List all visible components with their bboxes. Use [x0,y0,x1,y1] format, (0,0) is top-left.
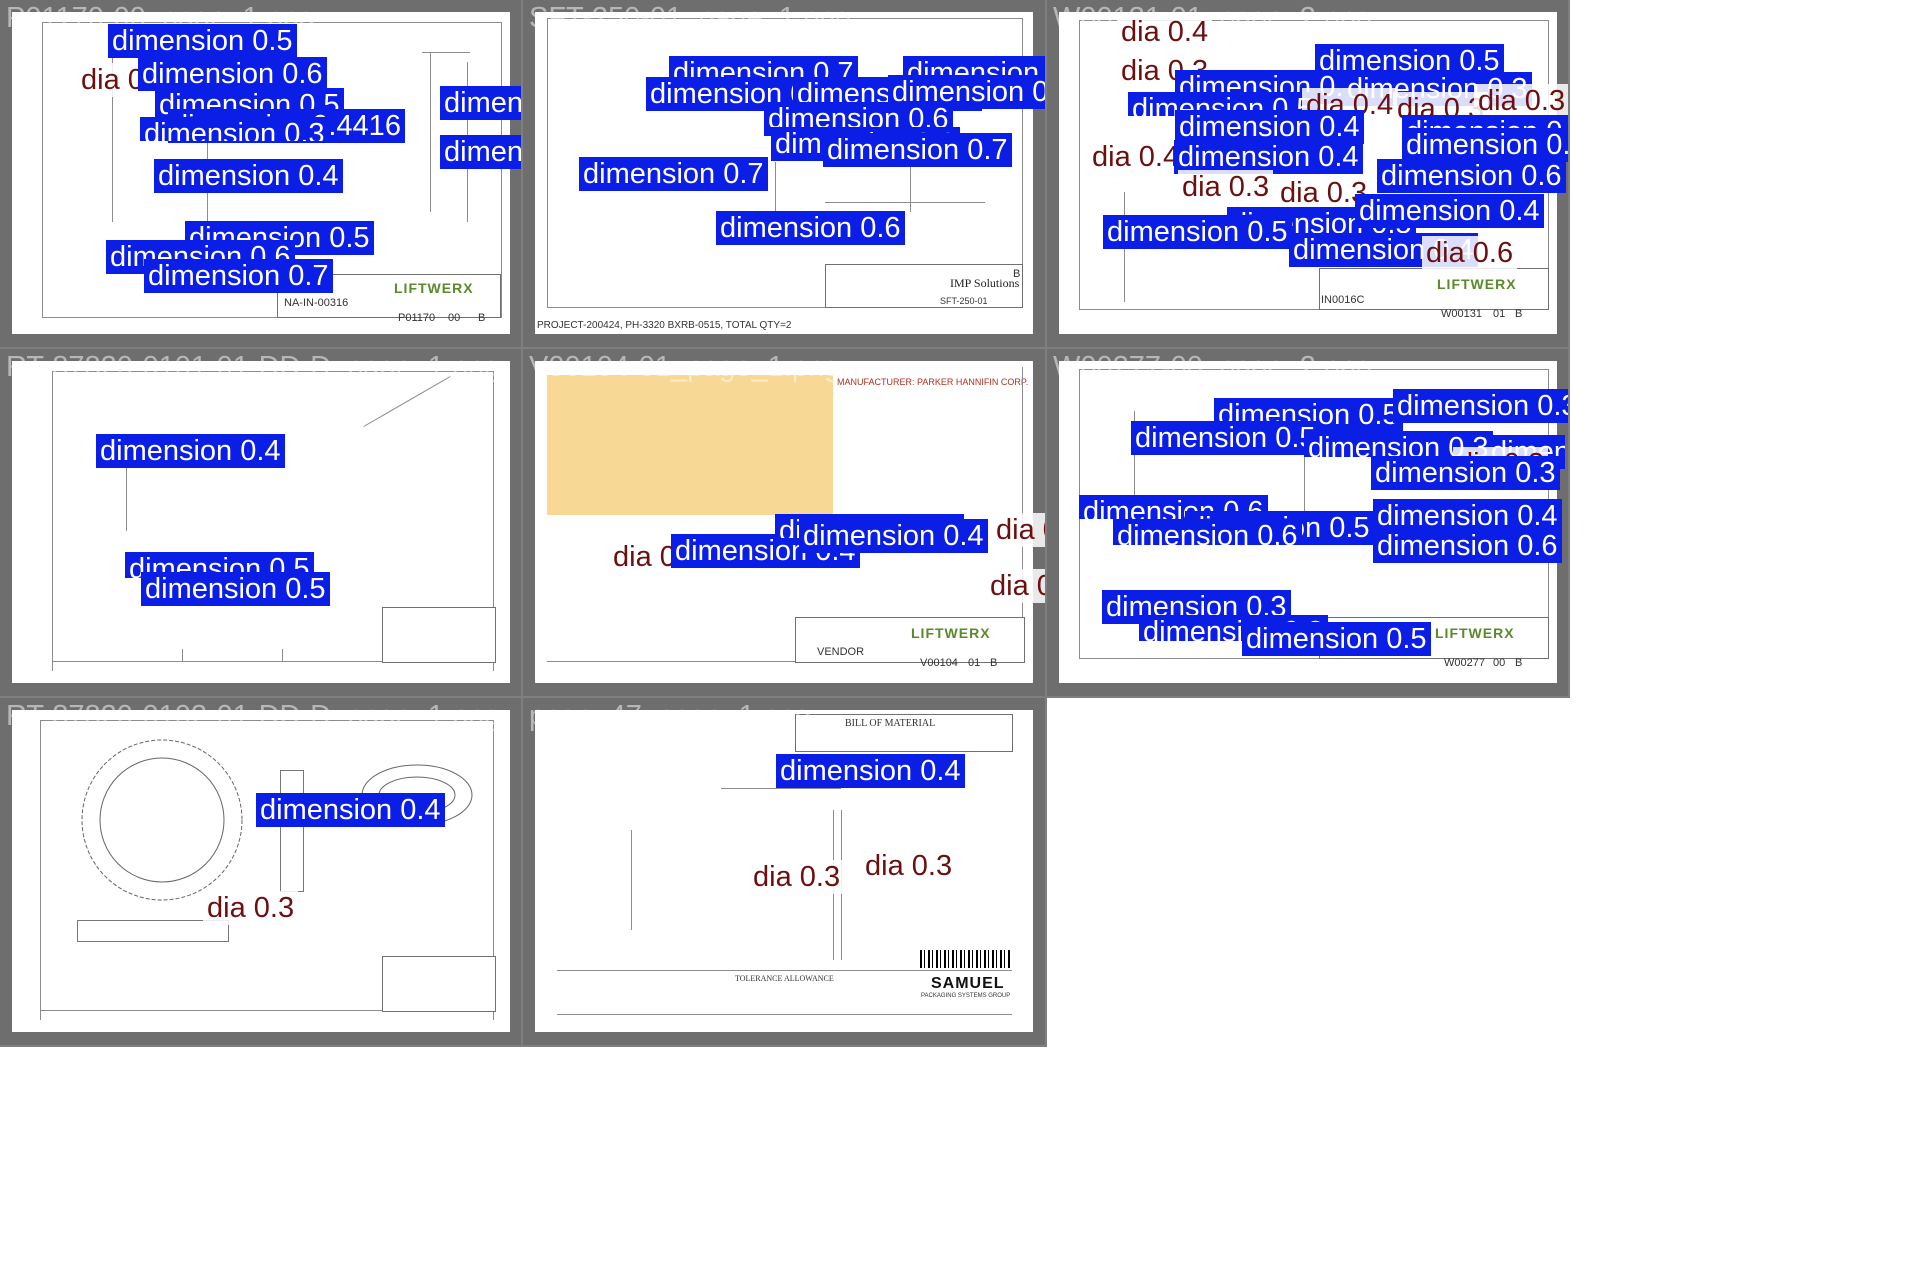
bottom-strip [0,1047,1047,1281]
tile-p01170: LIFTWERX P01170 00 B NA-IN-00316 P01170-… [0,0,521,347]
dimension-label[interactable]: dimension 0.3 [1393,389,1568,423]
dimension-label[interactable]: dimension 0.4 [1174,140,1363,174]
dia-label[interactable]: dia 0.3 [203,891,299,925]
dimension-label[interactable]: dimension 0.6 [716,211,905,245]
dia-label[interactable]: dia 0.3 [1178,170,1274,204]
dimension-label[interactable]: dimension 0.6 [138,57,327,91]
dimension-label[interactable]: dimension 0.6 [1377,159,1566,193]
tile-rt-87820-0102: RT-87820-0102-01-DD-D_page_1.png dimensi… [0,698,521,1045]
tile-sft-250-01: IMP Solutions SFT-250-01 B PROJECT-20042… [523,0,1045,347]
drawing-number: SFT-250-01 [940,296,988,306]
company-logo: IMP Solutions [950,276,1020,290]
dimension-label[interactable]: dimension 0.7 [823,133,1012,167]
drawing-number: P01170 [398,312,436,324]
tile-filename: RT-87820-0102-01-DD-D_page_1.png [6,700,501,732]
brand-logo: LIFTWERX [394,280,474,296]
dia-label[interactable]: dia 0.3 [861,849,957,883]
dimension-label[interactable]: dimension 0.4 [256,793,445,827]
empty-grid-cell [1047,698,1920,1281]
sheet-size: B [1013,268,1021,280]
tile-filename: RT-87820-0101-01-DD-D_page_1.png [6,351,501,383]
sheet-size: B [1515,657,1523,669]
drawing-sheet [12,710,510,1032]
vendor-label: VENDOR [817,646,865,658]
revision: 01 [968,657,981,669]
dimension-label[interactable]: dimension 0.7 [144,259,333,293]
dimension-label[interactable]: dimension 0.3 [440,86,521,120]
tile-filename: V00104-01_page_1.png [529,351,841,383]
sheet-size: B [990,657,998,669]
drawing-number: W00277 [1444,657,1485,669]
dimension-label[interactable]: dimension 0.3 [440,135,521,169]
dia-label[interactable]: dia 0.3 [1474,84,1568,118]
dia-label[interactable]: dia 0.4 [1117,15,1213,49]
dimension-label[interactable]: dimension 0.5 [1242,622,1431,656]
revision: 01 [1493,308,1506,320]
spec-table [547,375,833,515]
dimension-label[interactable]: dimension 0.5 [1131,421,1320,455]
dimension-label[interactable]: dimension 0.4 [1355,194,1544,228]
tile-v00104: MANUFACTURER: PARKER HANNIFIN CORP. LIFT… [523,349,1045,696]
dia-label[interactable]: dia 0.4 [986,569,1045,603]
dimension-label[interactable]: dimension 0.4 [154,159,343,193]
dimension-label[interactable]: dimension 0.4 [799,519,988,553]
samuel-logo: SAMUEL [931,975,1005,992]
part-number: IN0016C [1321,294,1365,306]
tile-filename: W00131-01_page_2.png [1053,2,1373,34]
dia-label[interactable]: dia 0.6 [1422,236,1518,270]
dimension-label[interactable]: dimension 0.4 [1373,499,1562,533]
dimension-label[interactable]: dimension 0.4 [1175,110,1364,144]
dimension-label[interactable]: dimension 0.7 [579,157,768,191]
sheet-size: B [1515,308,1523,320]
dimension-label[interactable]: dimension 0.6 [1113,519,1302,545]
drawing-number: V00104 [920,657,958,669]
brand-logo: LIFTWERX [911,625,991,641]
dia-label[interactable]: dia 0.3 [749,860,845,894]
dimension-label[interactable]: dimension 0.3 [1371,456,1560,490]
tile-w00277: LIFTWERX W00277 00 B W00277-00_page_2.pn… [1047,349,1568,696]
bom-header: BILL OF MATERIAL [845,718,936,729]
dimension-label[interactable]: dimension 0.4 [96,434,285,468]
dimension-label[interactable]: dimension 0.4 [776,754,965,788]
tolerance-title: TOLERANCE ALLOWANCE [735,974,834,983]
brand-logo: LIFTWERX [1435,625,1515,641]
dimension-label[interactable]: dimension 0.3 [140,117,329,141]
drawing-number: W00131 [1441,308,1482,320]
tile-filename: W00277-00_page_2.png [1053,351,1373,383]
sheet-size: B [478,312,486,324]
dimension-label[interactable]: dimension 0.6 [1373,529,1562,563]
revision: 00 [1493,657,1506,669]
dimension-label[interactable]: dimension 0.5 [108,24,297,58]
drawing-sheet [12,361,510,683]
dimension-label[interactable]: dimension 0.5 [141,572,330,606]
barcode [920,950,1012,968]
ring-drawing [81,739,243,901]
tile-w00131: LIFTWERX W00131 01 B IN0016C W00131-01_p… [1047,0,1568,347]
manufacturer-header: MANUFACTURER: PARKER HANNIFIN CORP. [837,377,1029,387]
project-footer: PROJECT-200424, PH-3320 BXRB-0515, TOTAL… [537,320,792,331]
revision: 00 [448,312,461,324]
tile-filename: SFT-250-01_page_1.png [529,2,852,34]
dimension-label[interactable]: dimension 0.3 [1402,128,1568,162]
tile-rt-87820-0101: RT-87820-0101-01-DD-D_page_1.png dimensi… [0,349,521,696]
dimension-label[interactable]: dimension 0.5 [1103,215,1292,249]
samuel-subtitle: PACKAGING SYSTEMS GROUP [921,993,1011,999]
brand-logo: LIFTWERX [1437,276,1517,292]
tile-page-47: BILL OF MATERIAL TOLERANCE ALLOWANCE SAM… [523,698,1045,1045]
part-number: NA-IN-00316 [284,297,349,309]
dia-label[interactable]: dia 0.4 [1088,140,1184,174]
right-strip [1570,0,1920,698]
dia-label[interactable]: dia 0.5 [992,513,1045,547]
tile-filename: page_47_page_1.png [529,700,812,732]
